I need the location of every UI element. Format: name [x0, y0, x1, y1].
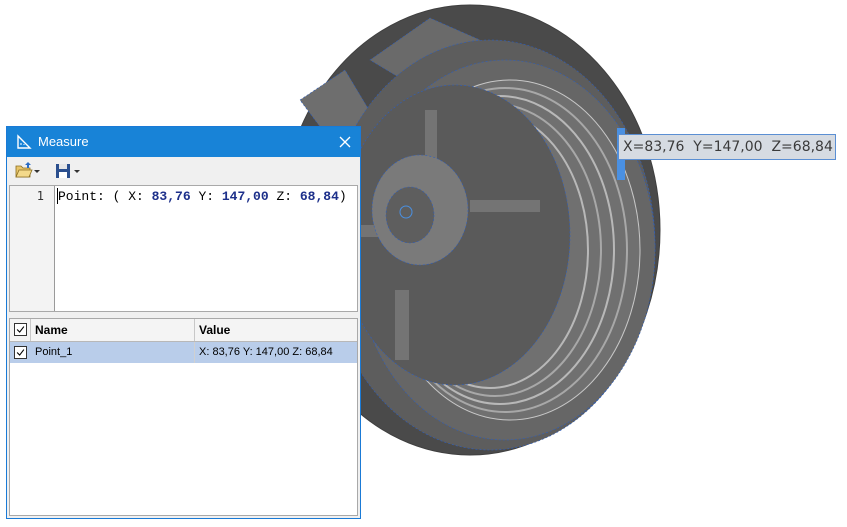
- code-token: Z:: [276, 189, 293, 204]
- chevron-down-icon: [74, 170, 80, 173]
- measure-output-editor[interactable]: 1 Point: ( X: 83,76 Y: 147,00 Z: 68,84): [9, 185, 358, 312]
- row-check-cell[interactable]: [10, 342, 31, 363]
- close-button[interactable]: [330, 127, 360, 157]
- toolbar: [7, 157, 360, 185]
- column-header-value[interactable]: Value: [195, 319, 357, 341]
- code-token: Point: (: [58, 189, 129, 204]
- line-number-gutter: 1: [10, 186, 55, 311]
- measure-window: Measure 1 Point: (X: 83,76 Y: 147,00 Z:…: [6, 126, 361, 519]
- title-bar[interactable]: Measure: [7, 127, 360, 157]
- measurements-grid: Name Value Point_1 X: 83,76 Y: 147,00 Z:…: [9, 318, 358, 516]
- code-token: 147,00: [214, 189, 277, 204]
- line-number: 1: [36, 189, 44, 203]
- row-name-cell: Point_1: [31, 342, 195, 363]
- coordinate-readout: X=83,76 Y=147,00 Z=68,84: [618, 134, 836, 160]
- code-line: Point: ( X: 83,76 Y: 147,00 Z: 68,84): [58, 189, 347, 204]
- chevron-down-icon: [34, 170, 40, 173]
- column-header-name[interactable]: Name: [31, 319, 195, 341]
- code-token: 83,76: [143, 189, 199, 204]
- open-button[interactable]: [13, 160, 41, 182]
- close-icon: [339, 136, 351, 148]
- save-button[interactable]: [53, 160, 81, 182]
- checkbox-checked-icon[interactable]: [14, 323, 27, 336]
- code-token: 68,84: [292, 189, 339, 204]
- table-row[interactable]: Point_1 X: 83,76 Y: 147,00 Z: 68,84: [10, 342, 357, 363]
- folder-open-icon: [15, 162, 40, 178]
- code-token: Y:: [198, 189, 215, 204]
- checkbox-checked-icon[interactable]: [14, 346, 27, 359]
- row-value-cell: X: 83,76 Y: 147,00 Z: 68,84: [199, 346, 333, 358]
- window-title: Measure: [38, 134, 89, 149]
- grid-header: Name Value: [10, 319, 357, 342]
- ruler-triangle-icon: [17, 134, 32, 149]
- code-token: ): [338, 189, 347, 204]
- select-all-cell[interactable]: [10, 319, 31, 341]
- save-disk-icon: [56, 164, 80, 178]
- code-token: X:: [128, 189, 144, 204]
